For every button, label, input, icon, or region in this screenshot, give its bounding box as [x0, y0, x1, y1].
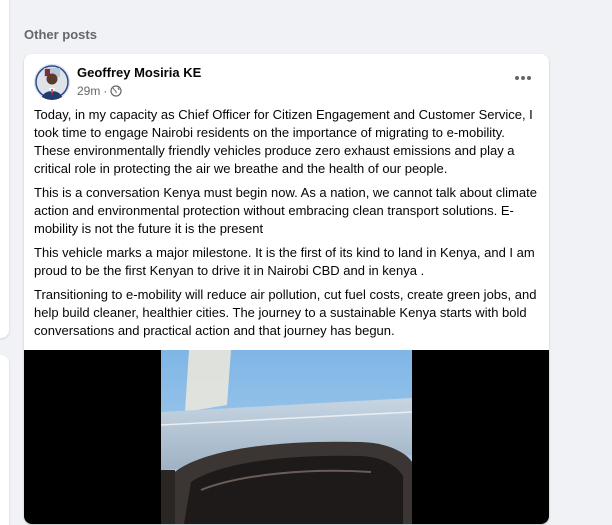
author-name[interactable]: Geoffrey Mosiria KE [77, 65, 201, 81]
post-card: Geoffrey Mosiria KE 29m · Today, in my c… [24, 54, 549, 524]
post-media[interactable] [24, 350, 549, 524]
meta-separator: · [103, 84, 108, 98]
section-title: Other posts [24, 27, 97, 42]
left-panel-edge [0, 0, 9, 338]
post-paragraph: This is a conversation Kenya must begin … [34, 185, 537, 236]
avatar[interactable] [34, 64, 70, 100]
post-meta: 29m · [77, 84, 122, 98]
post-paragraph: Today, in my capacity as Chief Officer f… [34, 107, 533, 176]
avatar-image [34, 64, 70, 100]
post-text: Today, in my capacity as Chief Officer f… [34, 106, 541, 340]
globe-icon[interactable] [110, 85, 122, 97]
post-paragraph: Transitioning to e-mobility will reduce … [34, 287, 537, 338]
more-options-button[interactable] [511, 66, 535, 90]
post-timestamp[interactable]: 29m [77, 84, 100, 98]
post-paragraph: This vehicle marks a major milestone. It… [34, 245, 535, 278]
post-photo[interactable] [161, 350, 412, 524]
more-horizontal-icon [515, 76, 531, 80]
